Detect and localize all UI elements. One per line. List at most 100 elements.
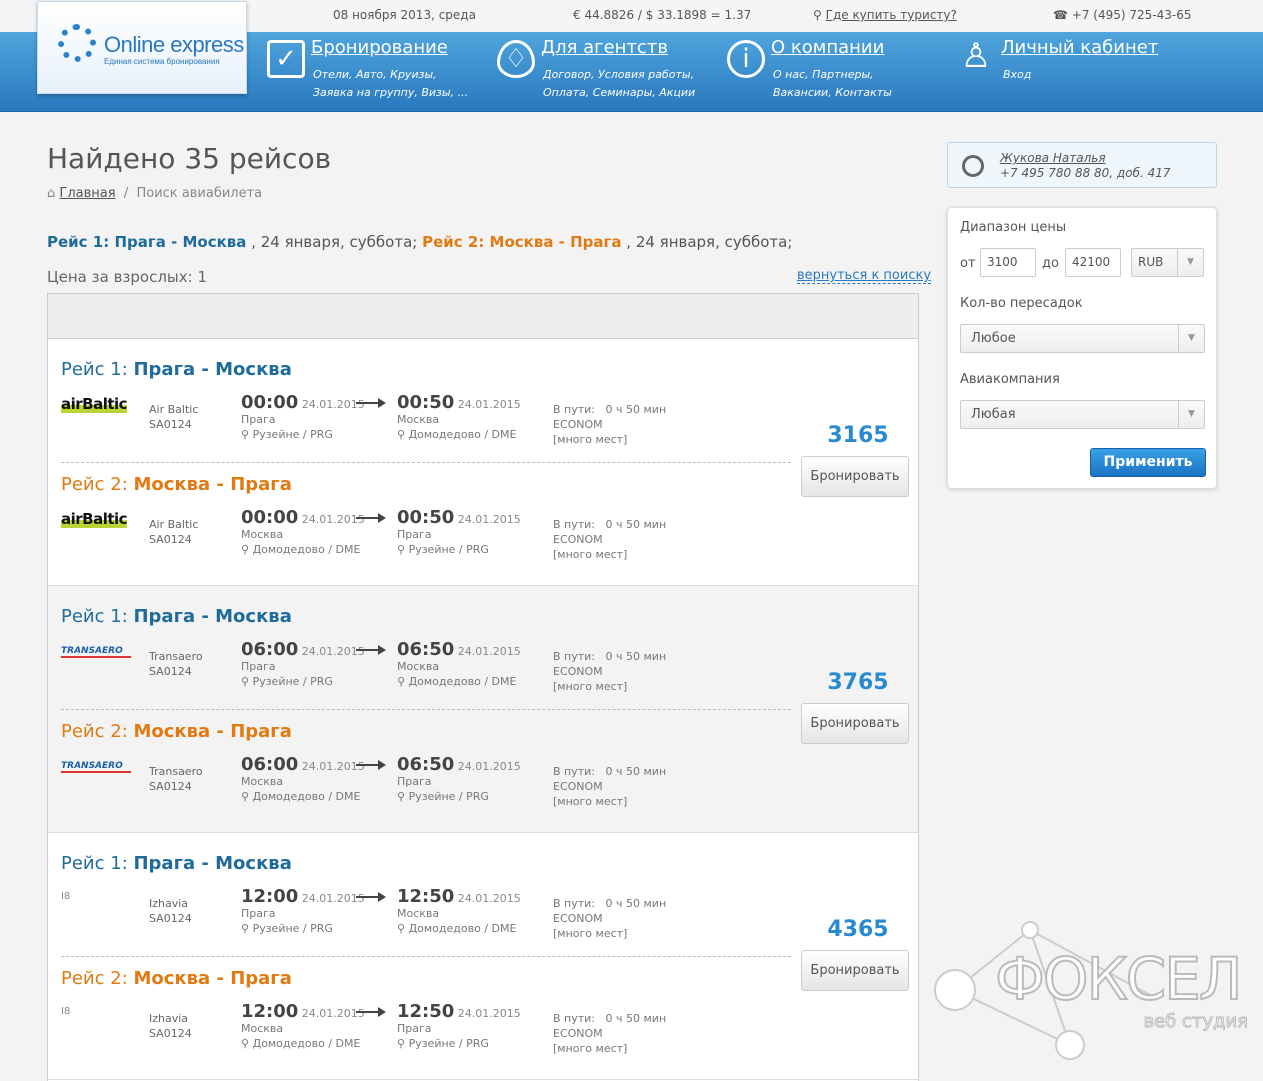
nav-account-title[interactable]: Личный кабинет [1001,37,1158,58]
transfers-select[interactable]: Любое ▼ [960,324,1205,353]
in-way-label: В пути: [553,518,596,531]
flight-number: SA0124 [149,780,192,793]
info-icon: i [727,40,765,78]
user-icon: ♙ [960,36,992,76]
nav-company-links-1[interactable]: О нас, Партнеры, [773,68,874,81]
arrival-time: 12:50 [397,886,455,907]
arrival-city: Москва [397,413,440,426]
where-buy-text[interactable]: Где купить туристу? [826,8,957,22]
flight-info: В пути: 0 ч 50 мин ECONOM [много мест] [553,649,666,694]
nav-booking-links-2[interactable]: Заявка на группу, Визы, ... [313,86,468,99]
watermark-sub: веб студия [1143,1011,1249,1033]
airline-info: Izhavia SA0124 [149,896,192,926]
departure: 12:00 24.01.2015 Москва ⚲ Домодедово / D… [241,1003,365,1051]
route-2-date: , 24 января, суббота; [621,233,793,251]
map-pin-icon: ⚲ [241,922,250,935]
leg-route: Москва - Прага [133,721,292,742]
nav-agencies-title[interactable]: Для агентств [541,37,668,58]
route-1: Рейс 1: Прага - Москва [47,233,247,251]
currency-value: RUB [1138,255,1164,269]
leg-heading: Рейс 1: Прага - Москва [61,853,292,874]
currency-select[interactable]: RUB ▼ [1131,248,1204,277]
leg-heading: Рейс 2: Москва - Прага [61,721,292,742]
flight-card: Рейс 1: Прага - Москва TRANSAERO Transae… [48,586,918,833]
price-to-input[interactable]: 42100 [1065,248,1121,277]
airline-name: Transaero [149,650,203,663]
cabin-class: ECONOM [553,780,603,793]
airline-name: Air Baltic [149,518,199,531]
apply-button[interactable]: Применить [1090,448,1206,477]
price-from-label: от [960,256,976,271]
flight-info: В пути: 0 ч 50 мин ECONOM [много мест] [553,764,666,809]
arrival: 06:50 24.01.2015 Прага ⚲ Рузейне / PRG [397,756,521,804]
manager-phone: +7 495 780 88 80, доб. 417 [1000,166,1171,180]
arrival: 12:50 24.01.2015 Москва ⚲ Домодедово / D… [397,886,521,936]
arrival-date: 24.01.2015 [457,645,521,658]
seat-availability: [много мест] [553,927,628,940]
arrival-date: 24.01.2015 [457,892,521,905]
arrival-date: 24.01.2015 [457,1007,521,1020]
site-logo[interactable]: Online express Единая система бронирован… [37,1,247,94]
in-way-label: В пути: [553,403,596,416]
arrow-right-icon [356,513,386,523]
arrival-date: 24.01.2015 [457,398,521,411]
departure-time: 06:00 [241,639,299,660]
back-to-search-link[interactable]: вернуться к поиску [797,268,932,284]
leg-prefix: Рейс 1: [61,606,134,627]
flight-leg: Рейс 1: Прага - Москва TRANSAERO Transae… [48,586,792,698]
nav-account-login[interactable]: Вход [1003,68,1031,81]
departure: 12:00 24.01.2015 Прага ⚲ Рузейне / PRG [241,888,365,936]
map-pin-icon: ⚲ [241,675,250,688]
chevron-down-icon: ▼ [1178,401,1204,428]
airline-info: Transaero SA0124 [149,764,203,794]
arrival-airport: Домодедово / DME [408,922,517,935]
arrival-airport: Рузейне / PRG [408,790,489,803]
map-pin-icon: ⚲ [397,922,406,935]
departure-airport: Домодедово / DME [252,1037,361,1050]
airline-info: Air Baltic SA0124 [149,402,198,432]
departure: 06:00 24.01.2015 Москва ⚲ Домодедово / D… [241,754,365,804]
manager-name[interactable]: Жукова Наталья [1000,151,1106,165]
nav-company-title[interactable]: О компании [771,37,884,58]
arrival: 00:50 24.01.2015 Москва ⚲ Домодедово / D… [397,394,521,442]
nav-booking-links-1[interactable]: Отели, Авто, Круизы, [313,68,437,81]
airline-name: Transaero [149,765,203,778]
map-pin-icon: ⚲ [241,1037,250,1050]
where-buy-link[interactable]: ⚲ Где купить туристу? [813,8,957,22]
airline-logo: airBaltic [61,395,128,413]
nav-company-links-2[interactable]: Вакансии, Контакты [773,86,892,99]
airline-select[interactable]: Любая ▼ [960,400,1205,429]
price-from-input[interactable]: 3100 [980,248,1036,277]
exchange-rates: € 44.8826 / $ 33.1898 = 1.37 [573,8,752,22]
current-date: 08 ноября 2013, среда [333,8,476,22]
price-value: 3765 [827,670,889,695]
leg-heading: Рейс 1: Прага - Москва [61,359,292,380]
book-button[interactable]: Бронировать [801,456,909,497]
nav-agencies-links-2[interactable]: Оплата, Семинары, Акции [543,86,695,99]
map-pin-icon: ⚲ [397,543,406,556]
nav-agencies-links-1[interactable]: Договор, Условия работы, [543,68,694,81]
departure-date: 24.01.2015 [301,760,365,773]
breadcrumb-home[interactable]: Главная [59,186,115,201]
cabin-class: ECONOM [553,665,603,678]
breadcrumb: ⌂ Главная / Поиск авиабилета [47,186,262,201]
breadcrumb-current: Поиск авиабилета [136,186,263,201]
airline-logo: TRANSAERO [61,646,131,658]
price-value: 4365 [827,917,889,942]
flight-info: В пути: 0 ч 50 мин ECONOM [много мест] [553,402,666,447]
in-way-label: В пути: [553,1012,596,1025]
nav-booking-title[interactable]: Бронирование [311,37,448,58]
flight-card: Рейс 1: Прага - Москва airBaltic Air Bal… [48,339,918,586]
filter-panel: Диапазон цены от 3100 до 42100 RUB ▼ Кол-… [947,207,1217,489]
adults-count: Цена за взрослых: 1 [47,268,208,286]
leg-divider [61,956,791,957]
departure-date: 24.01.2015 [301,513,365,526]
leg-route: Прага - Москва [133,606,292,627]
book-button[interactable]: Бронировать [801,950,909,991]
book-button[interactable]: Бронировать [801,703,909,744]
nav-agencies: ♢ Для агентств Договор, Условия работы, … [497,36,717,106]
departure-airport: Рузейне / PRG [252,428,333,441]
duration: 0 ч 50 мин [605,1012,667,1025]
departure-time: 06:00 [241,754,299,775]
airline-info: Air Baltic SA0124 [149,517,198,547]
